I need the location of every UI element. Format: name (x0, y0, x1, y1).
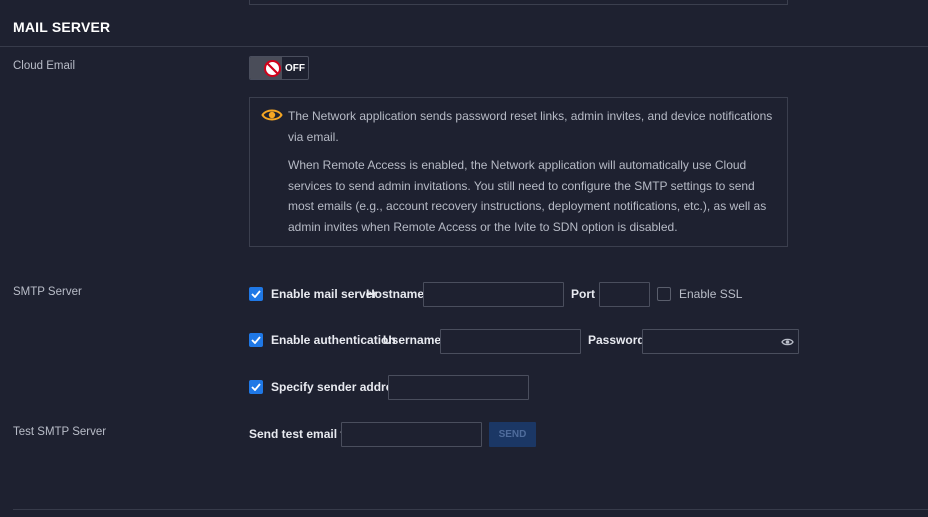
password-label: Password (588, 333, 645, 347)
sender-address-input[interactable] (388, 375, 529, 400)
enable-mail-server-checkbox[interactable] (249, 287, 263, 301)
section-title: MAIL SERVER (13, 19, 111, 35)
password-reveal-eye-icon[interactable] (781, 336, 794, 350)
checkmark-icon (251, 336, 261, 344)
cloud-email-toggle[interactable]: OFF (249, 56, 309, 80)
specify-sender-checkbox[interactable] (249, 380, 263, 394)
eye-icon (261, 107, 283, 126)
test-smtp-label: Test SMTP Server (13, 426, 107, 438)
checkmark-icon (251, 383, 261, 391)
smtp-server-label: SMTP Server (13, 286, 82, 298)
enable-authentication-label: Enable authentication (271, 333, 396, 347)
hostname-label: Hostname (366, 287, 425, 301)
username-input[interactable] (440, 329, 581, 354)
enable-mail-server-label: Enable mail server (271, 287, 378, 301)
previous-section-box (249, 0, 788, 5)
password-input[interactable] (642, 329, 799, 354)
section-divider (0, 46, 928, 47)
send-test-button[interactable]: SEND (489, 422, 536, 447)
username-label: Username (383, 333, 442, 347)
toggle-knob (250, 57, 282, 79)
hostname-input[interactable] (423, 282, 564, 307)
checkmark-icon (251, 290, 261, 298)
enable-authentication-checkbox[interactable] (249, 333, 263, 347)
toggle-state: OFF (285, 62, 305, 74)
info-text-primary: The Network application sends password r… (288, 109, 773, 144)
enable-ssl-checkbox[interactable] (657, 287, 671, 301)
no-entry-icon (264, 60, 281, 77)
info-text-secondary: When Remote Access is enabled, the Netwo… (288, 158, 767, 234)
bottom-divider (13, 509, 928, 510)
test-email-input[interactable] (341, 422, 482, 447)
cloud-email-label: Cloud Email (13, 60, 75, 72)
port-input[interactable] (599, 282, 650, 307)
specify-sender-label: Specify sender address (271, 380, 406, 394)
enable-ssl-label: Enable SSL (679, 287, 743, 301)
port-label: Port (571, 287, 595, 301)
send-test-email-label: Send test email to (249, 427, 352, 441)
